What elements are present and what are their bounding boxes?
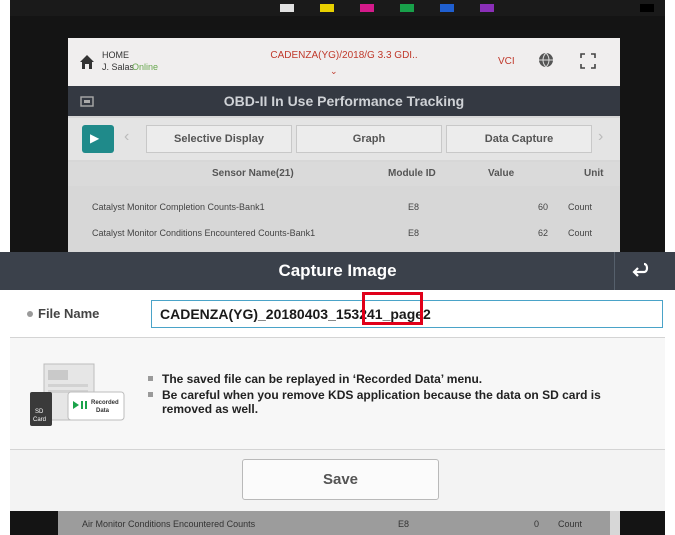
tab-data-capture[interactable]: Data Capture (446, 125, 592, 153)
user-name: J. Salas (102, 62, 135, 72)
return-icon (632, 262, 649, 277)
back-arrow-icon[interactable]: ▶ (82, 125, 114, 153)
swatch (480, 4, 494, 12)
modal-body: File Name CADENZA(YG)_20180403_153241_pa… (10, 290, 665, 511)
module-id: E8 (408, 202, 420, 212)
sensor-value: 0 (534, 519, 540, 529)
note-item: Be careful when you remove KDS applicati… (148, 388, 648, 416)
notes-list: The saved file can be replayed in ‘Recor… (148, 372, 648, 418)
swatch (320, 4, 334, 12)
bullet-icon (27, 311, 33, 317)
column-header-module[interactable]: Module ID (388, 168, 436, 179)
file-name-label: File Name (38, 306, 100, 321)
globe-icon[interactable] (538, 52, 554, 68)
chevron-down-icon[interactable]: ⌄ (330, 66, 338, 77)
swatch (360, 4, 374, 12)
sensor-value: 60 (538, 202, 549, 212)
save-button[interactable]: Save (242, 459, 439, 500)
tab-bar: ▶ ‹ Selective Display Graph Data Capture… (68, 118, 620, 160)
swatch (640, 4, 654, 12)
table-row[interactable]: Catalyst Monitor Completion Counts-Bank1… (68, 194, 620, 220)
sensor-value: 62 (538, 228, 549, 238)
color-swatch-strip (10, 0, 665, 16)
sensor-name: Catalyst Monitor Conditions Encountered … (92, 228, 316, 238)
data-label: Data (96, 408, 110, 414)
return-button[interactable] (614, 252, 664, 290)
swatch (440, 4, 454, 12)
sensor-name: Catalyst Monitor Completion Counts-Bank1 (92, 202, 265, 212)
sd-card-icon: SD Card Recorded Data (30, 363, 125, 426)
highlight-box (362, 292, 423, 325)
sensor-unit: Count (568, 228, 593, 238)
column-header-sensor[interactable]: Sensor Name(21) (212, 168, 294, 179)
column-header-unit[interactable]: Unit (584, 168, 603, 179)
note-text: Be careful when you remove KDS applicati… (162, 388, 601, 416)
module-id: E8 (398, 519, 410, 529)
modal-header: Capture Image (0, 252, 675, 290)
swatch (280, 4, 294, 12)
screen-title: OBD-II In Use Performance Tracking (223, 93, 465, 109)
save-row: Save (10, 450, 665, 511)
note-text: The saved file can be replayed in ‘Recor… (162, 372, 483, 386)
chevron-left-icon[interactable]: ‹ (124, 128, 129, 146)
chevron-right-icon[interactable]: › (598, 128, 603, 146)
table-row[interactable]: Catalyst Monitor Conditions Encountered … (68, 220, 620, 246)
connection-status: Online (132, 62, 159, 72)
sd-label-top: SD (35, 409, 44, 415)
note-item: The saved file can be replayed in ‘Recor… (148, 372, 648, 386)
info-section: SD Card Recorded Data The saved file can… (10, 338, 665, 450)
app-title-bar: OBD-II In Use Performance Tracking (68, 86, 620, 116)
background-bottom-row: Air Monitor Conditions Encountered Count… (58, 511, 610, 535)
file-name-row: File Name CADENZA(YG)_20180403_153241_pa… (10, 290, 665, 338)
tab-selective-display[interactable]: Selective Display (146, 125, 292, 153)
sensor-unit: Count (558, 519, 583, 529)
sensor-name: Air Monitor Conditions Encountered Count… (82, 519, 256, 529)
swatch (400, 4, 414, 12)
table-header: Sensor Name(21) Module ID Value Unit (68, 162, 620, 186)
sd-label-bottom: Card (33, 417, 46, 423)
sensor-unit: Count (568, 202, 593, 212)
expand-icon[interactable] (580, 53, 596, 69)
module-id: E8 (408, 228, 420, 238)
tab-graph[interactable]: Graph (296, 125, 442, 153)
app-top-bar: HOME J. Salas Online CADENZA(YG)/2018/G … (68, 38, 620, 86)
column-header-value[interactable]: Value (488, 168, 514, 179)
recorded-label: Recorded (91, 400, 119, 406)
vci-status[interactable]: VCI (498, 56, 515, 67)
modal-title: Capture Image (278, 261, 397, 280)
